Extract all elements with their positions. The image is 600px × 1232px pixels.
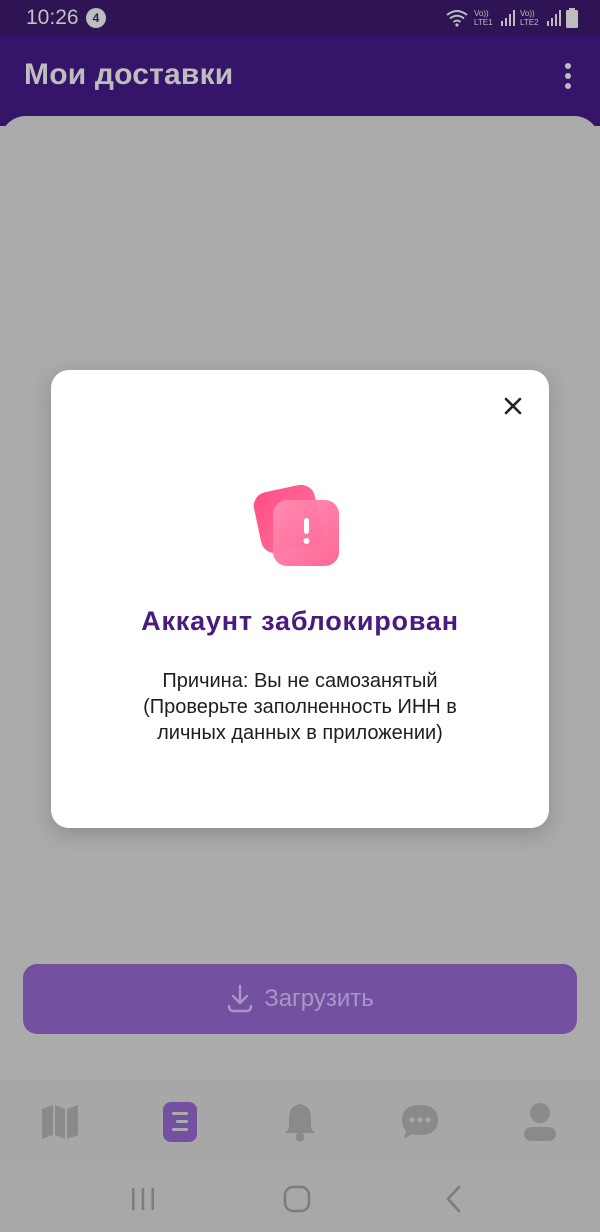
status-bar: 10:26 4 Vo)) LTE1 Vo)) LTE2 [0, 0, 600, 36]
signal-icon [501, 10, 515, 26]
nav-item-chat[interactable] [390, 1092, 450, 1152]
home-icon[interactable] [280, 1182, 314, 1216]
download-button[interactable]: Загрузить [23, 964, 577, 1034]
recents-icon[interactable] [126, 1182, 160, 1216]
dialog-message: Причина: Вы не самозанятый (Проверьте за… [91, 668, 509, 746]
dialog-message-line: Причина: Вы не самозанятый [162, 670, 438, 692]
dialog-message-line: личных данных в приложении) [157, 722, 443, 744]
notification-count-badge: 4 [86, 8, 106, 28]
page-title: Мои доставки [24, 58, 234, 91]
back-icon[interactable] [438, 1182, 472, 1216]
dialog-message-line: (Проверьте заполненность ИНН в [143, 696, 457, 718]
system-status-icons: Vo)) LTE1 Vo)) LTE2 [445, 6, 578, 30]
bell-icon [285, 1104, 315, 1142]
nav-item-profile[interactable] [510, 1092, 570, 1152]
map-icon [42, 1105, 78, 1139]
sim2-label: Vo)) LTE2 [520, 9, 539, 27]
nav-item-map[interactable] [30, 1092, 90, 1152]
bottom-nav [0, 1080, 600, 1164]
signal-icon [547, 10, 561, 26]
battery-icon [566, 8, 578, 28]
download-label: Загрузить [264, 985, 374, 1012]
profile-icon [524, 1103, 556, 1141]
alert-cards-icon [251, 478, 351, 578]
account-blocked-dialog: Аккаунт заблокирован Причина: Вы не само… [51, 370, 549, 828]
system-nav-bar [0, 1164, 600, 1232]
download-icon [228, 984, 253, 1013]
chat-icon [402, 1105, 438, 1139]
sim1-label: Vo)) LTE1 [474, 9, 493, 27]
nav-item-deliveries[interactable] [150, 1092, 210, 1152]
wifi-icon [446, 10, 468, 27]
app-bar: Мои доставки [0, 36, 600, 126]
list-document-icon [163, 1102, 197, 1142]
more-vert-icon[interactable] [560, 62, 576, 90]
status-time: 10:26 [26, 6, 79, 29]
nav-item-notifications[interactable] [270, 1092, 330, 1152]
close-icon[interactable] [499, 392, 527, 420]
dialog-title: Аккаунт заблокирован [141, 606, 459, 636]
